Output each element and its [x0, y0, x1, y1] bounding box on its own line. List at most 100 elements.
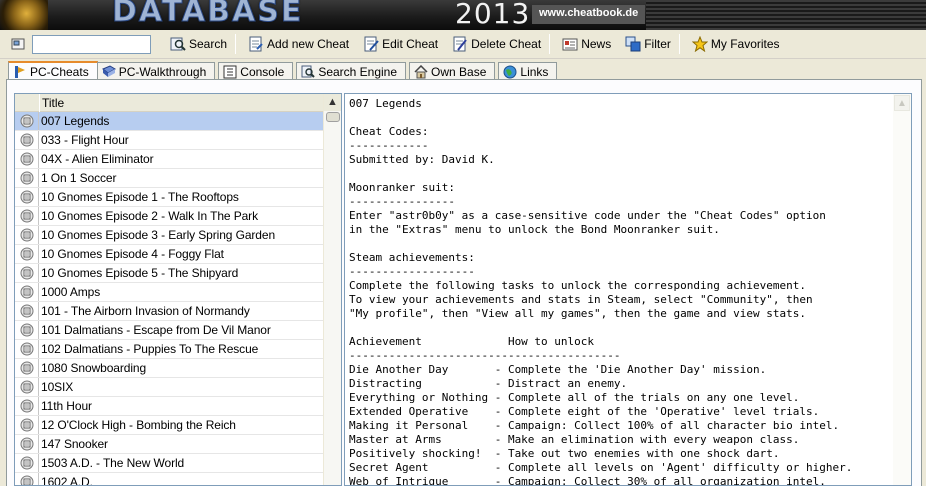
list-item-label: 101 Dalmatians - Escape from De Vil Mano…	[41, 323, 271, 337]
news-label: News	[581, 37, 612, 51]
news-icon	[562, 36, 578, 52]
logo-emblem-icon	[0, 0, 48, 30]
list-item[interactable]: 101 - The Airborn Invasion of Normandy	[15, 302, 323, 321]
pc-cheats-icon	[13, 65, 27, 79]
list-item[interactable]: 1602 A.D.	[15, 473, 323, 486]
search-button[interactable]: Search	[165, 33, 232, 55]
tab-console[interactable]: Console	[218, 62, 294, 80]
list-item[interactable]: 1503 A.D. - The New World	[15, 454, 323, 473]
cheat-entry-icon	[15, 321, 39, 339]
cheat-entry-icon	[15, 454, 39, 472]
list-item[interactable]: 10 Gnomes Episode 4 - Foggy Flat	[15, 245, 323, 264]
add-cheat-label: Add new Cheat	[267, 37, 350, 51]
list-item-label: 10 Gnomes Episode 5 - The Shipyard	[41, 266, 239, 280]
edit-cheat-label: Edit Cheat	[382, 37, 439, 51]
list-item[interactable]: 10SIX	[15, 378, 323, 397]
cheat-entry-icon	[15, 302, 39, 320]
tab-pc-cheats[interactable]: PC-Cheats	[8, 61, 98, 80]
list-item-label: 1602 A.D.	[41, 475, 93, 486]
toolbar-separator	[235, 34, 237, 54]
list-item-label: 1503 A.D. - The New World	[41, 456, 185, 470]
star-icon	[691, 36, 708, 52]
favorites-button[interactable]: My Favorites	[687, 33, 785, 55]
delete-document-icon	[452, 36, 468, 52]
filter-button[interactable]: Filter	[620, 33, 676, 55]
toolbar: Search Add new Cheat Edit Cheat Delete C…	[0, 30, 926, 59]
list-header: Title ▲	[15, 94, 341, 112]
tab-label: Own Base	[431, 64, 487, 79]
list-item[interactable]: 04X - Alien Eliminator	[15, 150, 323, 169]
scroll-thumb[interactable]	[326, 112, 340, 122]
tab-pc-walkthrough[interactable]: PC-Walkthrough	[96, 62, 216, 80]
cheat-entry-icon	[15, 359, 39, 377]
add-cheat-button[interactable]: Add new Cheat	[243, 33, 354, 55]
filter-icon	[625, 36, 641, 52]
list-item[interactable]: 10 Gnomes Episode 3 - Early Spring Garde…	[15, 226, 323, 245]
list-item[interactable]: 102 Dalmatians - Puppies To The Rescue	[15, 340, 323, 359]
add-document-icon	[248, 36, 264, 52]
list-item[interactable]: 033 - Flight Hour	[15, 131, 323, 150]
banner-year: 2013	[455, 0, 531, 30]
list-item-label: 10 Gnomes Episode 4 - Foggy Flat	[41, 247, 224, 261]
list-item[interactable]: 12 O'Clock High - Bombing the Reich	[15, 416, 323, 435]
list-item[interactable]: 147 Snooker	[15, 435, 323, 454]
list-item-label: 04X - Alien Eliminator	[41, 152, 154, 166]
list-item-label: 007 Legends	[41, 114, 110, 128]
edit-cheat-button[interactable]: Edit Cheat	[358, 33, 443, 55]
content-scrollbar[interactable]: ▲	[893, 94, 911, 485]
cheat-entry-icon	[15, 226, 39, 244]
cheat-entry-icon	[15, 188, 39, 206]
cheat-entry-icon	[15, 131, 39, 149]
scroll-up-icon[interactable]: ▲	[894, 95, 910, 111]
tab-strip: PC-Cheats PC-Walkthrough Console Search …	[8, 61, 558, 80]
list-item-label: 033 - Flight Hour	[41, 133, 129, 147]
delete-cheat-label: Delete Cheat	[471, 37, 542, 51]
list-item-label: 10SIX	[41, 380, 74, 394]
list-item[interactable]: 11th Hour	[15, 397, 323, 416]
title-list: Title ▲ 007 Legends 033 - Flight Hour 04X …	[14, 93, 342, 486]
list-item[interactable]: 101 Dalmatians - Escape from De Vil Mano…	[15, 321, 323, 340]
news-button[interactable]: News	[557, 33, 616, 55]
cheat-entry-icon	[15, 340, 39, 358]
search-button-label: Search	[189, 37, 228, 51]
list-item-label: 11th Hour	[41, 399, 92, 413]
console-icon	[223, 65, 237, 79]
list-item-label: 101 - The Airborn Invasion of Normandy	[41, 304, 250, 318]
list-item-label: 147 Snooker	[41, 437, 108, 451]
column-header-title[interactable]: Title	[39, 94, 64, 112]
cheat-entry-icon	[15, 169, 39, 187]
cheat-entry-icon	[15, 283, 39, 301]
list-item[interactable]: 007 Legends	[15, 112, 323, 131]
tab-search-engine[interactable]: Search Engine	[296, 62, 407, 80]
list-item-label: 10 Gnomes Episode 2 - Walk In The Park	[41, 209, 258, 223]
delete-cheat-button[interactable]: Delete Cheat	[447, 33, 546, 55]
book-icon	[101, 64, 116, 79]
list-scrollbar[interactable]: ▲	[323, 94, 341, 485]
tab-links[interactable]: Links	[498, 62, 558, 80]
cheat-content-pane: 007 Legends Cheat Codes: ------------ Su…	[344, 93, 912, 486]
search-icon	[170, 36, 186, 52]
list-item[interactable]: 10 Gnomes Episode 5 - The Shipyard	[15, 264, 323, 283]
search-input[interactable]	[32, 34, 151, 54]
favorites-label: My Favorites	[710, 37, 780, 51]
list-item-label: 12 O'Clock High - Bombing the Reich	[41, 418, 236, 432]
cheat-entry-icon	[15, 264, 39, 282]
list-item-label: 1 On 1 Soccer	[41, 171, 117, 185]
list-item-label: 1080 Snowboarding	[41, 361, 147, 375]
list-item[interactable]: 1000 Amps	[15, 283, 323, 302]
list-item-label: 10 Gnomes Episode 1 - The Rooftops	[41, 190, 239, 204]
clear-search-icon[interactable]	[10, 36, 26, 52]
tab-label: Search Engine	[318, 64, 398, 79]
toolbar-separator	[549, 34, 551, 54]
cheat-entry-icon	[15, 473, 39, 485]
cheat-text: 007 Legends Cheat Codes: ------------ Su…	[349, 97, 853, 486]
list-item[interactable]: 1 On 1 Soccer	[15, 169, 323, 188]
filter-label: Filter	[644, 37, 671, 51]
scroll-up-icon[interactable]: ▲	[324, 94, 341, 111]
list-item[interactable]: 10 Gnomes Episode 1 - The Rooftops	[15, 188, 323, 207]
cheat-entry-icon	[15, 416, 39, 434]
list-rows: 007 Legends 033 - Flight Hour 04X - Alien …	[15, 112, 323, 486]
tab-own-base[interactable]: Own Base	[409, 62, 496, 80]
list-item[interactable]: 1080 Snowboarding	[15, 359, 323, 378]
list-item[interactable]: 10 Gnomes Episode 2 - Walk In The Park	[15, 207, 323, 226]
